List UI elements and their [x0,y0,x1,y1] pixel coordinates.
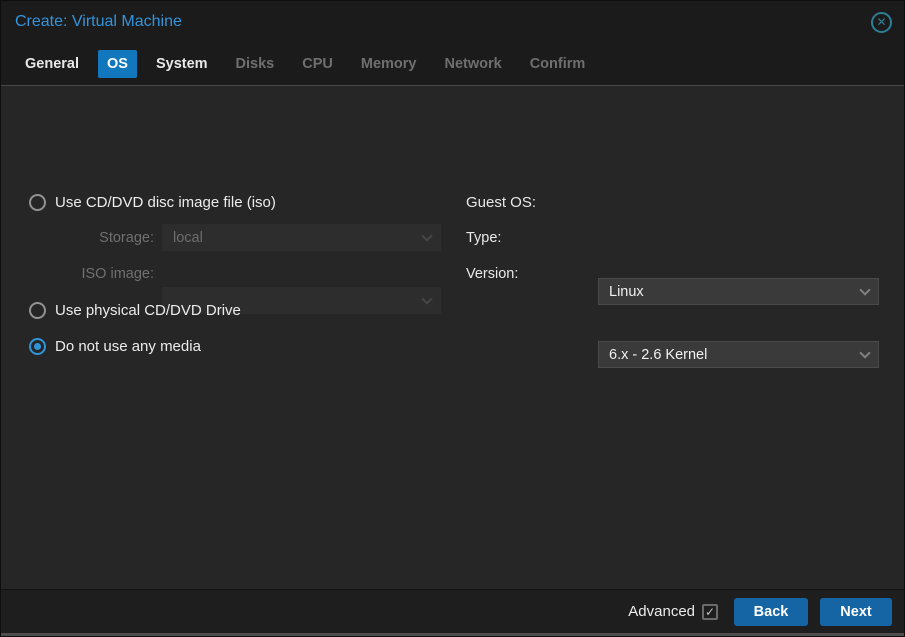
tab-network: Network [444,56,502,72]
os-type-combobox[interactable]: Linux [598,278,879,305]
dialog-footer: Advanced ✓ Back Next [1,589,904,633]
advanced-toggle: Advanced ✓ [628,603,718,620]
wizard-tabstrip: General OS System Disks CPU Memory Netwo… [1,43,904,86]
os-version-value: 6.x - 2.6 Kernel [609,346,708,363]
chevron-down-icon[interactable] [859,283,871,296]
physical-drive-radio-label: Use physical CD/DVD Drive [55,301,241,319]
advanced-label: Advanced [628,603,695,620]
tab-general[interactable]: General [16,50,88,78]
iso-image-label: ISO image: [81,266,154,282]
no-media-radio[interactable] [29,337,46,355]
os-type-label: Type: [466,230,502,246]
os-type-value: Linux [609,283,644,300]
advanced-checkbox[interactable]: ✓ [702,603,718,620]
create-vm-dialog: Create: Virtual Machine ✕ General OS Sys… [0,0,905,637]
tab-system[interactable]: System [147,50,217,78]
tab-disks: Disks [235,56,275,72]
tab-memory: Memory [360,56,417,72]
physical-drive-radio[interactable] [29,301,46,319]
radio-row-physical: Use physical CD/DVD Drive [29,301,241,319]
os-version-label: Version: [466,266,519,282]
os-version-combobox[interactable]: 6.x - 2.6 Kernel [598,341,879,368]
iso-radio[interactable] [29,193,46,211]
close-icon[interactable]: ✕ [871,11,892,33]
back-button[interactable]: Back [734,597,808,626]
dialog-title: Create: Virtual Machine [15,13,182,30]
storage-label: Storage: [99,230,154,246]
dialog-titlebar: Create: Virtual Machine ✕ [1,1,904,43]
storage-combobox: local [162,224,441,251]
storage-value: local [173,229,203,246]
chevron-down-icon [421,292,433,305]
tab-confirm: Confirm [529,56,586,72]
close-x-glyph: ✕ [876,15,887,29]
iso-radio-label: Use CD/DVD disc image file (iso) [55,193,276,211]
next-button[interactable]: Next [820,597,892,626]
tab-cpu: CPU [302,56,333,72]
no-media-radio-label: Do not use any media [55,337,201,355]
os-tab-panel: Use CD/DVD disc image file (iso) Storage… [1,87,904,589]
radio-row-no-media: Do not use any media [29,337,201,355]
radio-row-iso: Use CD/DVD disc image file (iso) [29,193,276,211]
checkmark-icon: ✓ [704,604,716,619]
tab-os[interactable]: OS [98,50,137,78]
guest-os-heading: Guest OS: [466,194,537,211]
chevron-down-icon [421,229,433,242]
chevron-down-icon[interactable] [859,346,871,359]
